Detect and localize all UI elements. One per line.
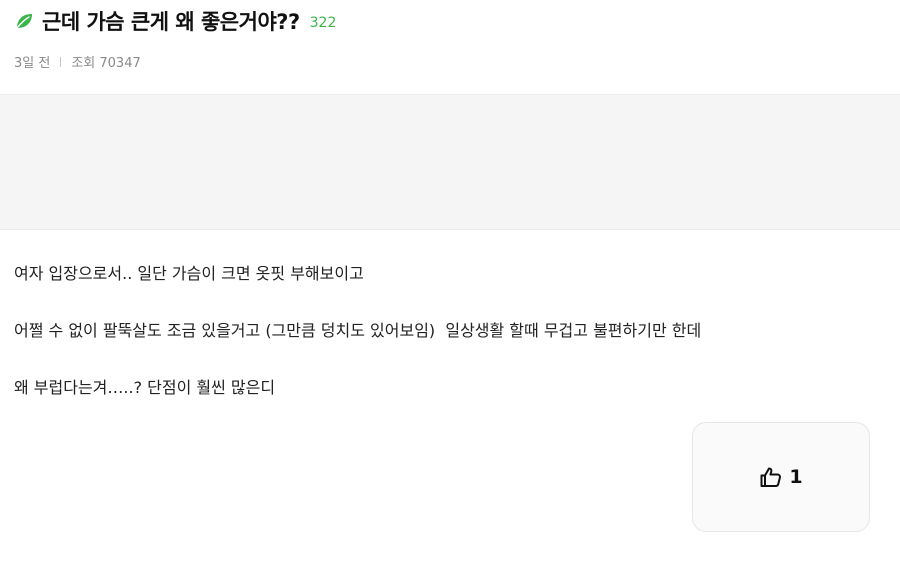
leaf-icon (14, 11, 34, 31)
like-button[interactable]: 1 (692, 422, 870, 532)
post-title: 근데 가슴 큰게 왜 좋은거야?? (42, 10, 300, 34)
post-header: 근데 가슴 큰게 왜 좋은거야?? 322 3일 전 조회 70347 (0, 0, 900, 94)
post-time: 3일 전 (14, 56, 51, 71)
meta-divider (60, 56, 62, 67)
view-count: 조회 70347 (71, 56, 141, 71)
body-line: 왜 부럽다는겨…..? 단점이 훨씬 많은디 (14, 378, 276, 397)
ad-banner-area (0, 94, 900, 230)
post-meta: 3일 전 조회 70347 (14, 52, 141, 71)
comment-count[interactable]: 322 (310, 15, 337, 31)
body-line: 어쩔 수 없이 팔뚝살도 조금 있을거고 (그만큼 덩치도 있어보임) 일상생활… (14, 321, 702, 340)
body-line: 여자 입장으로서.. 일단 가슴이 크면 옷핏 부해보이고 (14, 264, 364, 283)
post-body: 여자 입장으로서.. 일단 가슴이 크면 옷핏 부해보이고 어쩔 수 없이 팔뚝… (14, 260, 884, 402)
thumbs-up-icon (759, 465, 783, 489)
title-row: 근데 가슴 큰게 왜 좋은거야?? 322 (14, 6, 336, 36)
like-count: 1 (789, 466, 803, 488)
